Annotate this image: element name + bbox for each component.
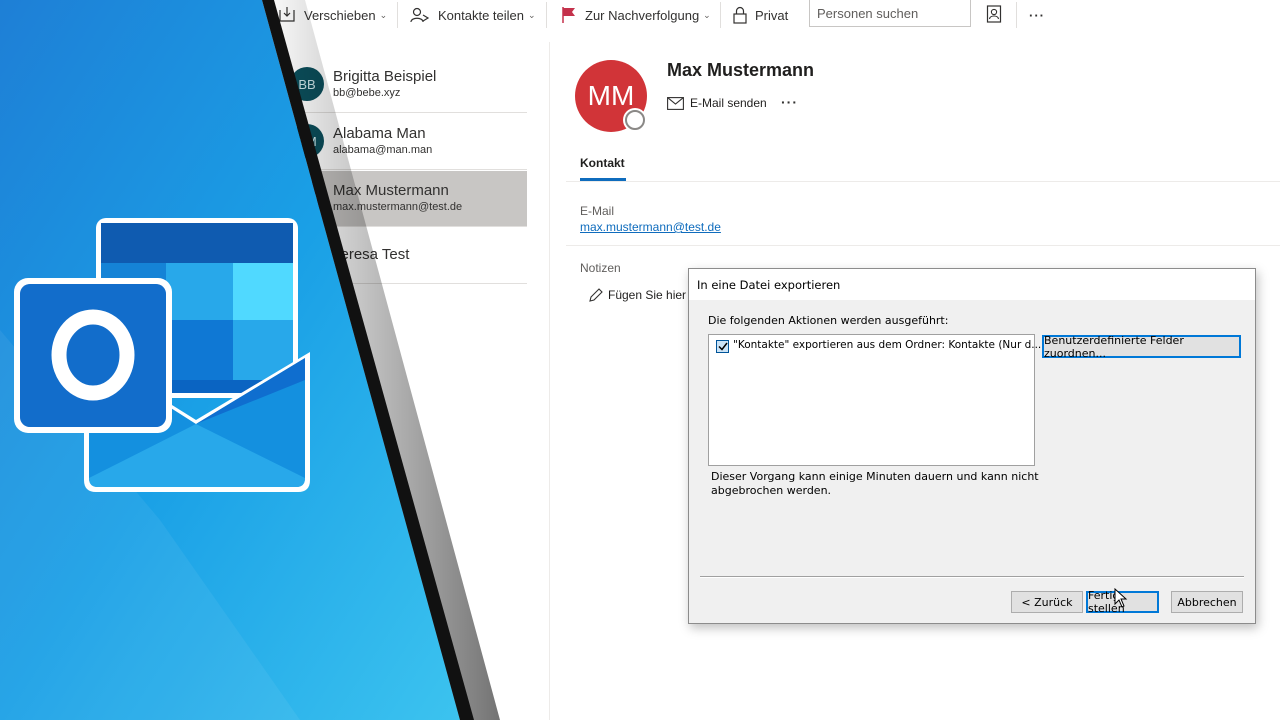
mail-icon [667,96,684,110]
pencil-icon [588,287,604,303]
toolbar-divider [720,2,721,28]
list-divider [549,42,550,720]
dialog-titlebar: In eine Datei exportieren [689,269,1255,300]
notes-field-label: Notizen [580,261,621,275]
section-divider [566,245,1280,246]
tab-divider [566,181,1280,182]
chevron-down-icon: ⌄ [528,9,536,20]
back-button[interactable]: < Zurück [1011,591,1083,613]
address-book-icon [986,4,1002,26]
flag-icon [561,6,577,24]
tab-kontakt[interactable]: Kontakt [580,156,625,170]
dialog-title: In eine Datei exportieren [697,278,841,292]
email-link[interactable]: max.mustermann@test.de [580,220,721,234]
email-field-label: E-Mail [580,204,615,218]
outlook-logo-overlay [0,0,520,720]
notes-input[interactable]: Fügen Sie hier I [588,287,693,303]
more-options-button[interactable]: ··· [1029,0,1045,30]
dialog-intro-text: Die folgenden Aktionen werden ausgeführt… [708,314,949,327]
private-button[interactable]: Privat [733,0,788,30]
search-placeholder: Personen suchen [817,6,919,21]
action-checkbox[interactable] [716,340,729,353]
dialog-divider-highlight [700,577,1244,578]
send-email-button[interactable]: E-Mail senden [667,96,767,110]
outlook-logo-icon [0,0,500,720]
chevron-down-icon: ⌄ [703,9,711,20]
more-icon: ··· [1029,7,1045,23]
follow-up-button[interactable]: Zur Nachverfolgung ⌄ [561,0,711,30]
checkmark-icon [717,342,728,351]
action-list[interactable]: "Kontakte" exportieren aus dem Ordner: K… [708,334,1041,466]
export-dialog: In eine Datei exportieren Die folgenden … [688,268,1256,624]
people-search-input[interactable]: Personen suchen [809,0,971,27]
contact-more-button[interactable]: ··· [781,94,798,110]
address-book-button[interactable] [986,0,1002,30]
notes-placeholder: Fügen Sie hier I [608,288,693,302]
cancel-button[interactable]: Abbrechen [1171,591,1243,613]
mouse-cursor-icon [1114,587,1128,613]
lock-icon [733,6,747,24]
send-email-label: E-Mail senden [690,96,767,110]
dialog-note: Dieser Vorgang kann einige Minuten dauer… [711,470,1039,497]
action-item-label: "Kontakte" exportieren aus dem Ordner: K… [733,339,1042,351]
follow-up-label: Zur Nachverfolgung [585,7,700,23]
map-custom-fields-button[interactable]: Benutzerdefinierte Felder zuordnen... [1042,334,1241,360]
toolbar-divider [546,2,547,28]
contact-detail-name: Max Mustermann [667,60,815,80]
toolbar-divider [1016,2,1017,28]
private-label: Privat [755,7,789,23]
presence-status-icon [625,110,645,130]
